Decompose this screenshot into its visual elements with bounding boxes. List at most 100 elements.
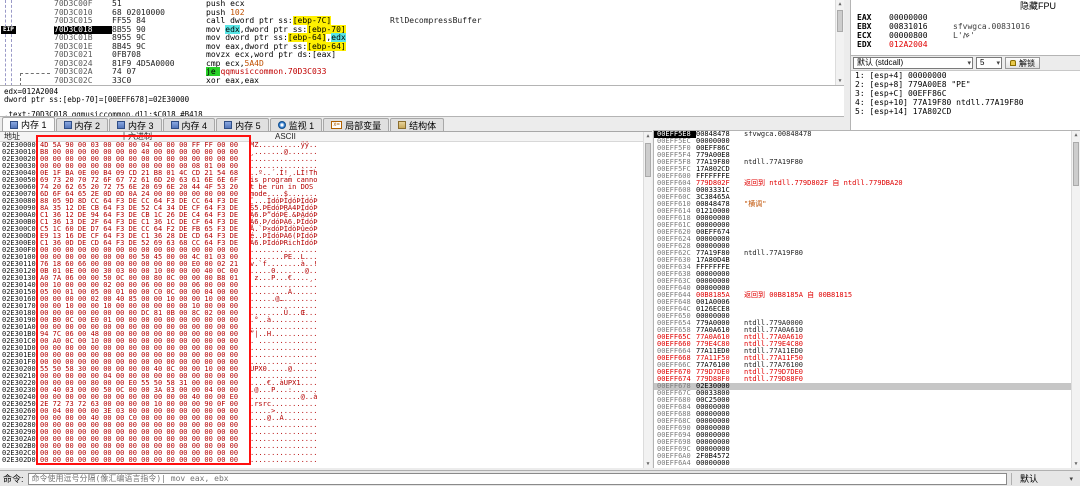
tab-mem5[interactable]: 内存 5 — [216, 118, 269, 131]
stack-comment: 返回到 ntdll.779D802F 自 ntdll.779DBA20 — [744, 179, 903, 187]
watch-icon — [277, 121, 286, 129]
calling-convention-select[interactable]: 默认 (stdcall) — [853, 57, 973, 69]
instruction-bytes: 33C0 — [112, 75, 132, 85]
call-arg-row[interactable]: 3: [esp+C] 00EFF86C — [851, 89, 1080, 98]
tab-label: 结构体 — [409, 120, 437, 131]
call-arg-row[interactable]: 4: [esp+10] 77A19F80 ntdll.77A19F80 — [851, 98, 1080, 107]
tab-label: 内存 4 — [181, 120, 208, 131]
tab-mem2[interactable]: 内存 2 — [55, 118, 109, 131]
memory-icon — [10, 120, 18, 129]
dump-address: 02E302D0 — [2, 456, 36, 464]
register-row[interactable]: EAX 00000000 — [851, 13, 1080, 22]
register-comment: L'ࠀ' — [953, 31, 975, 40]
disasm-gutter — [0, 51, 54, 60]
tab-mem4[interactable]: 内存 4 — [162, 118, 216, 131]
register-value: 00831016 — [889, 22, 928, 31]
dump-rows: 02E30000 4D 5A 90 00 03 00 00 00 04 00 00… — [0, 142, 317, 464]
stack-comment: ntdll.779D88F0 — [744, 375, 804, 383]
tab-label: 内存 1 — [21, 120, 47, 130]
dump-scrollbar[interactable] — [643, 132, 652, 468]
call-arg-row[interactable]: 2: [esp+8] 779A00E8 "PE" — [851, 80, 1080, 89]
register-name: EAX — [857, 13, 872, 22]
register-row[interactable]: EDX 012A2004 — [851, 40, 1080, 49]
scroll-up-icon[interactable] — [1072, 131, 1080, 140]
register-value: 012A2004 — [889, 40, 928, 49]
memory-icon — [63, 121, 72, 129]
stack-comment: ntdll.77A19F80 — [744, 249, 804, 257]
bottom-tab-bar: 内存 1 内存 2 内存 3 内存 4 内存 5 监视 1 局部变量 结构体 — [0, 117, 652, 131]
command-label: 命令: — [3, 474, 24, 484]
disasm-gutter — [0, 68, 54, 77]
disassembly-scrollbar[interactable] — [835, 0, 844, 85]
registers-pane[interactable]: 隐藏FPU EAX 00000000 EBX 00831016 sfvwgca.0083… — [850, 0, 1080, 56]
disasm-gutter — [0, 34, 54, 43]
stack-row[interactable]: 00EFF6A4 00000000 — [654, 460, 1080, 467]
disasm-gutter — [0, 43, 54, 52]
scrollbar-thumb[interactable] — [837, 10, 843, 32]
locals-icon — [331, 121, 343, 129]
tab-label: 内存 2 — [74, 120, 101, 131]
disasm-gutter: EIP — [0, 25, 54, 35]
tab-mem3[interactable]: 内存 3 — [109, 118, 162, 131]
register-row[interactable]: EBX 00831016 sfvwgca.00831016 — [851, 22, 1080, 31]
profile-select[interactable]: 默认 — [1011, 472, 1077, 486]
disasm-rows: 70D3C00F 51 push ecx 70D3C010 68 02010000 pus… — [0, 0, 844, 85]
register-value: 00000000 — [889, 13, 928, 22]
tab-locals[interactable]: 局部变量 — [323, 118, 390, 131]
command-bar: 命令: 默认 — [0, 470, 1080, 486]
disasm-gutter — [0, 60, 54, 69]
tab-label: 监视 1 — [288, 120, 315, 131]
struct-icon — [398, 121, 407, 129]
tab-struct[interactable]: 结构体 — [390, 118, 445, 131]
info-pane: edx=012A2004 dword ptr ss:[ebp-70]=[00EFF… — [0, 86, 844, 117]
memory-dump-pane[interactable]: 地址 十六进制 ASCII 02E30000 4D 5A 90 00 03 00 … — [0, 131, 652, 468]
stack-address: 00EFF6A4 — [657, 459, 691, 467]
scroll-up-icon[interactable] — [836, 0, 844, 9]
call-args-pane[interactable]: 默认 (stdcall) 5 解锁 1: [esp+4] 000000002: … — [850, 56, 1080, 130]
register-value: 00000800 — [889, 31, 928, 40]
register-row[interactable]: ECX 00000800 L'ࠀ' — [851, 31, 1080, 40]
register-name: ECX — [857, 31, 872, 40]
stack-scrollbar[interactable] — [1071, 131, 1080, 468]
stack-comment: ntdll.77A19F80 — [744, 158, 804, 166]
memory-icon — [117, 121, 126, 129]
call-arg-row[interactable]: 1: [esp+4] 00000000 — [851, 71, 1080, 80]
register-name: EBX — [857, 22, 872, 31]
tab-watch1[interactable]: 监视 1 — [269, 118, 323, 131]
instruction-text: xor eax,eax — [206, 75, 259, 85]
disasm-row[interactable]: 70D3C02C 33C0 xor eax,eax — [0, 75, 844, 86]
instruction-comment: RtlDecompressBuffer — [390, 16, 482, 25]
tab-label: 局部变量 — [345, 120, 382, 131]
disasm-gutter — [0, 9, 54, 18]
scrollbar-thumb[interactable] — [645, 143, 651, 177]
stack-rows: 00EFF5E8 00848478 sfvwgca.00848478 00EFF5EC… — [654, 131, 1080, 467]
tab-mem1[interactable]: 内存 1 — [2, 117, 55, 131]
call-arg-rows: 1: [esp+4] 00000000 2: [esp+8] 779A00E8 "… — [851, 71, 1080, 116]
memory-icon — [224, 121, 233, 129]
stack-pane[interactable]: 00EFF5E8 00848478 sfvwgca.00848478 00EFF5EC… — [653, 130, 1080, 468]
register-name: EDX — [857, 40, 872, 49]
disasm-gutter — [0, 77, 54, 86]
disasm-gutter — [0, 17, 54, 26]
scrollbar-thumb[interactable] — [1073, 142, 1079, 186]
call-args-toolbar: 默认 (stdcall) 5 解锁 — [851, 56, 1080, 71]
dump-ascii: ................ — [250, 456, 318, 464]
eip-marker: EIP — [1, 25, 16, 34]
args-depth-spinner[interactable]: 5 — [976, 57, 1002, 69]
x64dbg-cpu-view: 70D3C00F 51 push ecx 70D3C010 68 02010000 pus… — [0, 0, 1080, 486]
dump-row[interactable]: 02E302D0 00 00 00 00 00 00 00 00 00 00 00… — [0, 457, 317, 464]
command-input[interactable] — [27, 472, 1007, 485]
dump-bytes: 00 00 00 00 00 00 00 00 00 00 00 00 00 0… — [40, 456, 239, 464]
call-arg-row[interactable]: 5: [esp+14] 17A802CD — [851, 107, 1080, 116]
unlock-button[interactable]: 解锁 — [1005, 57, 1040, 69]
hide-fpu-button[interactable]: 隐藏FPU — [1020, 1, 1056, 11]
disassembly-pane[interactable]: 70D3C00F 51 push ecx 70D3C010 68 02010000 pus… — [0, 0, 844, 86]
lock-icon — [1010, 60, 1016, 66]
scroll-up-icon[interactable] — [644, 132, 652, 141]
stack-comment: "横调" — [744, 200, 767, 208]
register-rows: EAX 00000000 EBX 00831016 sfvwgca.00831016 EC… — [851, 13, 1080, 49]
tab-label: 内存 5 — [235, 120, 261, 131]
stack-comment: sfvwgca.00848478 — [744, 130, 812, 138]
stack-comment: 返回到 00B8185A 自 00B81815 — [744, 291, 853, 299]
tab-label: 内存 3 — [128, 120, 154, 131]
